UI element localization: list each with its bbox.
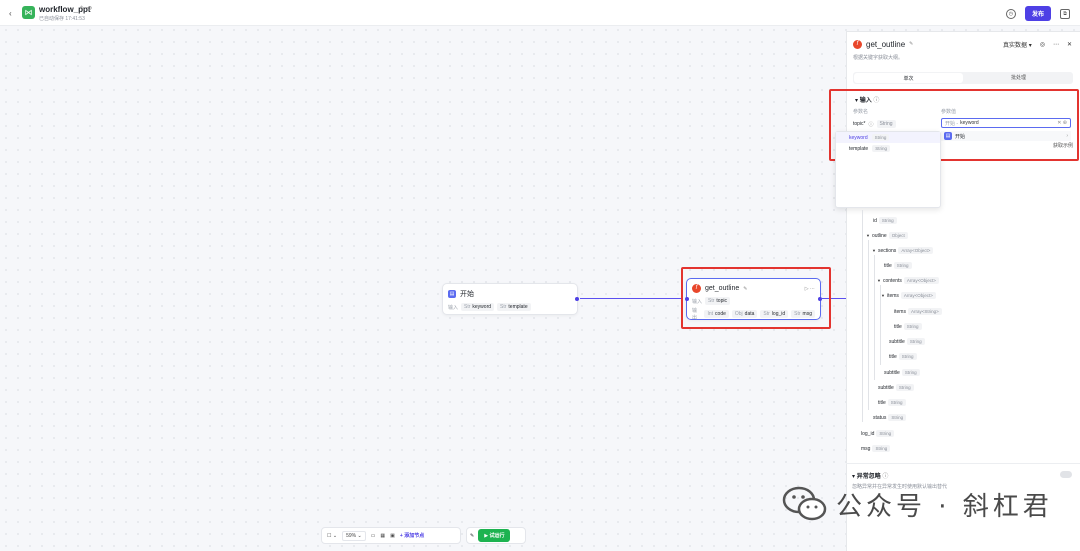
tree-node[interactable]: msg String: [861, 445, 891, 452]
variable-dropdown: keyword String template String: [835, 131, 941, 208]
test-run-button[interactable]: ▶ 试运行: [478, 529, 511, 542]
dropdown-option-keyword[interactable]: keyword String: [836, 132, 940, 143]
copy-icon[interactable]: ⧉: [1060, 8, 1070, 19]
panel-description: 根据关键字获取大纲。: [853, 55, 904, 61]
tree-node[interactable]: id String: [873, 217, 897, 224]
tree-node[interactable]: title String: [894, 323, 922, 330]
start-input-chip: Str keyword: [461, 303, 495, 311]
tree-node[interactable]: ▼ sections Array<Object>: [872, 247, 934, 254]
start-node-icon: ▤: [448, 290, 456, 298]
tree-node[interactable]: subtitle String: [884, 369, 920, 376]
close-icon[interactable]: ✕: [1067, 41, 1072, 48]
minimap-icon[interactable]: ▣: [390, 533, 395, 539]
panel-title: get_outline: [866, 39, 906, 49]
layout-icon[interactable]: ▦: [380, 533, 385, 539]
caret-down-icon: ▼: [877, 278, 881, 283]
mode-tabs: 单次 批处理: [853, 72, 1073, 84]
tree-node[interactable]: title String: [889, 353, 917, 360]
start-input-chip: Str template: [497, 303, 531, 311]
panel-divider: [846, 463, 1080, 464]
tree-node[interactable]: subtitle String: [889, 338, 925, 345]
start-node-title: 开始: [460, 291, 474, 298]
history-icon[interactable]: ◷: [1005, 8, 1016, 19]
edge-start-to-get-outline[interactable]: [580, 298, 682, 299]
caret-down-icon: ▼: [872, 248, 876, 253]
wechat-logo-icon: [782, 486, 827, 521]
add-node-button[interactable]: + 添加节点: [400, 532, 424, 539]
tree-guide: [862, 210, 863, 422]
tree-node[interactable]: ▼ items Array<Object>: [881, 292, 936, 299]
tree-guide: [868, 240, 869, 410]
comment-icon[interactable]: ▭: [371, 533, 376, 539]
tree-node[interactable]: subtitle String: [878, 384, 914, 391]
exception-toggle[interactable]: [1060, 471, 1072, 478]
edit-icon[interactable]: ✎ ⟲: [80, 5, 92, 12]
tree-node[interactable]: title String: [884, 262, 912, 269]
edit-icon[interactable]: ✎: [909, 41, 913, 47]
run-toolbar: ✎ ▶ 试运行: [466, 527, 526, 544]
tree-node[interactable]: status String: [873, 414, 907, 421]
exception-section-header[interactable]: ▾ 异常忽略 ⓘ: [852, 471, 888, 480]
function-icon: f: [853, 39, 862, 49]
data-source-dropdown[interactable]: 真实数据 ▾: [1003, 40, 1032, 49]
back-icon[interactable]: ‹: [9, 9, 12, 18]
publish-button[interactable]: 发布: [1024, 6, 1051, 21]
caret-down-icon: ▼: [866, 233, 870, 238]
highlight-box-node: [681, 267, 831, 329]
tree-node[interactable]: log_id String: [861, 430, 895, 437]
tree-node[interactable]: title String: [878, 399, 906, 406]
watermark-text: 公众号 · 斜杠君: [836, 491, 1053, 522]
tab-single[interactable]: 单次: [854, 73, 963, 83]
workflow-app-icon: ⋈: [22, 6, 35, 19]
tree-guide: [874, 255, 875, 380]
tab-batch[interactable]: 批处理: [964, 72, 1073, 84]
caret-down-icon: ▼: [881, 293, 885, 298]
tree-node[interactable]: items Array<String>: [894, 308, 942, 315]
top-bar: ‹ ⋈ workflow_ppt ✎ ⟲ 已自动保存 17:41:53 ◷ 发布…: [0, 0, 1080, 26]
dropdown-option-template[interactable]: template String: [836, 143, 940, 154]
start-output-port[interactable]: [575, 297, 579, 301]
run-icon[interactable]: ◎: [1040, 41, 1045, 48]
tree-node[interactable]: ▼ outline Object: [866, 232, 908, 239]
start-node[interactable]: ▤ 开始 输入 Str keyword Str template: [442, 283, 579, 315]
debug-icon[interactable]: ✎: [470, 533, 474, 539]
tree-node[interactable]: ▼ contents Array<Object>: [877, 277, 939, 284]
wechat-watermark: 公众号 · 斜杠君: [782, 485, 1053, 523]
pointer-mode-icon[interactable]: ☐ ⌄: [327, 533, 337, 539]
zoom-select[interactable]: 59% ⌄: [342, 530, 366, 541]
more-icon[interactable]: ⋯: [1053, 41, 1059, 48]
autosave-status: 已自动保存 17:41:53: [39, 16, 85, 22]
info-icon: ⓘ: [882, 474, 889, 480]
start-input-label: 输入: [448, 304, 459, 311]
top-right-actions: ◷ 发布 ⧉: [1005, 6, 1070, 21]
canvas-toolbar: ☐ ⌄ 59% ⌄ ▭ ▦ ▣ + 添加节点: [321, 527, 461, 544]
